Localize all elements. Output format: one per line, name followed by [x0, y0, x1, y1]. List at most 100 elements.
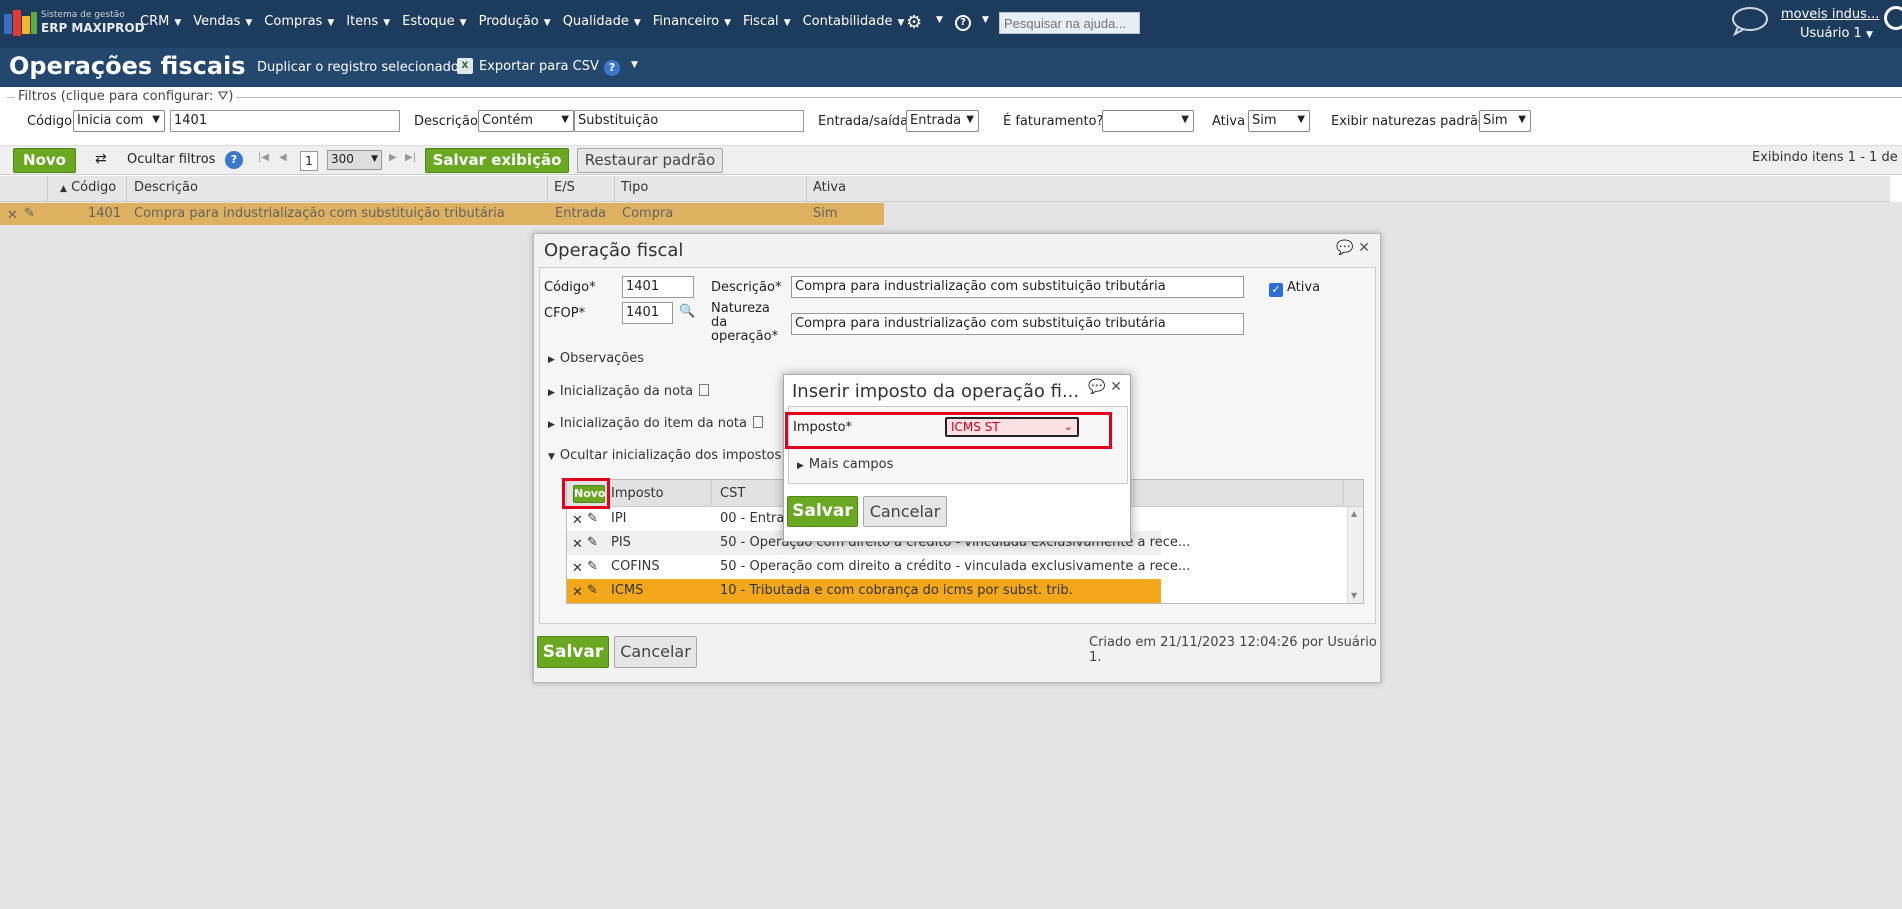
table-row[interactable]: ✕ ✎ COFINS 50 - Operação com direito a c…: [567, 555, 1190, 579]
menu-crm-label: CRM: [140, 14, 170, 29]
menu-fiscal[interactable]: Fiscal ▼: [743, 14, 791, 29]
help-search-input[interactable]: [999, 12, 1140, 34]
search-icon[interactable]: 🔍: [679, 304, 695, 319]
descricao-filter-label: Descrição: [414, 114, 478, 129]
last-page-icon[interactable]: ▶|: [405, 152, 416, 163]
descricao-operator-select[interactable]: Contém ▼: [478, 110, 574, 132]
menu-producao[interactable]: Produção ▼: [479, 14, 551, 29]
grid-divider: [614, 176, 615, 202]
grid-divider: [126, 176, 127, 202]
delete-icon[interactable]: ✕: [572, 585, 583, 600]
delete-icon[interactable]: ✕: [572, 561, 583, 576]
chevron-down-icon[interactable]: ▼: [982, 15, 989, 25]
ocultar-impostos-section-toggle[interactable]: ▼ Ocultar inicialização dos impostos: [548, 448, 781, 463]
close-icon[interactable]: ✕: [1110, 379, 1122, 395]
vertical-scrollbar[interactable]: ▲ ▼: [1347, 507, 1363, 603]
column-header-imposto[interactable]: Imposto: [611, 486, 664, 501]
gear-icon[interactable]: ⚙: [906, 12, 922, 33]
menu-vendas[interactable]: Vendas ▼: [193, 14, 252, 29]
chat-icon[interactable]: [1730, 6, 1770, 36]
faturamento-filter-label: É faturamento?: [1003, 114, 1104, 129]
descricao-input[interactable]: Compra para industrialização com substit…: [791, 276, 1244, 298]
codigo-operator-value: Inicia com: [77, 113, 144, 128]
edit-icon[interactable]: ✎: [587, 511, 598, 526]
menu-crm[interactable]: CRM ▼: [140, 14, 181, 29]
page-size-select[interactable]: 300 ▼: [327, 150, 382, 170]
naturezas-padrao-select[interactable]: Sim ▼: [1479, 110, 1531, 132]
table-row-selected[interactable]: ✕ ✎ ICMS 10 - Tributada e com cobrança d…: [567, 579, 1161, 603]
menu-estoque[interactable]: Estoque ▼: [402, 14, 466, 29]
comment-icon[interactable]: 💬: [1336, 240, 1353, 256]
filters-legend[interactable]: Filtros (clique para configurar: ⛛): [15, 89, 237, 104]
codigo-input[interactable]: 1401: [622, 276, 694, 298]
page-number-input[interactable]: 1: [300, 151, 318, 171]
cfop-input[interactable]: 1401: [622, 302, 673, 324]
next-page-icon[interactable]: ▶: [389, 152, 397, 163]
delete-icon[interactable]: ✕: [572, 537, 583, 552]
natureza-input[interactable]: Compra para industrialização com substit…: [791, 313, 1244, 335]
export-csv-button[interactable]: X Exportar para CSV: [457, 58, 599, 74]
company-link[interactable]: moveis indus...: [1781, 7, 1879, 22]
refresh-icon[interactable]: ⇄: [95, 151, 107, 167]
cell-cst: 50 - Operação com direito a crédito - vi…: [720, 559, 1191, 574]
entrada-saida-select[interactable]: Entrada ▼: [906, 110, 979, 132]
help-icon[interactable]: ?: [604, 60, 620, 76]
ativa-checkbox[interactable]: ✓ Ativa: [1269, 280, 1320, 297]
edit-icon[interactable]: ✎: [587, 583, 598, 598]
column-header-tipo[interactable]: Tipo: [621, 180, 648, 195]
help-icon[interactable]: ?: [225, 151, 243, 169]
codigo-label: Código*: [544, 280, 596, 295]
delete-icon[interactable]: ✕: [572, 513, 583, 528]
observacoes-section-toggle[interactable]: ▶ Observações: [548, 351, 644, 366]
ocultar-filtros-button[interactable]: Ocultar filtros: [127, 152, 215, 167]
scroll-down-icon[interactable]: ▼: [1351, 591, 1357, 600]
chevron-down-icon: ▼: [459, 18, 467, 28]
codigo-filter-input[interactable]: 1401: [170, 110, 400, 132]
power-icon[interactable]: [1884, 6, 1902, 30]
user-menu[interactable]: Usuário 1 ▼: [1800, 26, 1873, 41]
first-page-icon[interactable]: |◀: [258, 152, 269, 163]
edit-icon[interactable]: ✎: [587, 559, 598, 574]
column-header-cst[interactable]: CST: [720, 486, 745, 501]
inicializacao-item-section-toggle[interactable]: ▶ Inicialização do item da nota: [548, 416, 763, 431]
inicializacao-item-label: Inicialização do item da nota: [559, 416, 747, 431]
comment-icon[interactable]: 💬: [1088, 379, 1105, 395]
novo-button[interactable]: Novo: [13, 148, 76, 173]
scroll-up-icon[interactable]: ▲: [1351, 509, 1357, 518]
natureza-label-line1: Natureza: [711, 301, 770, 316]
column-header-descricao[interactable]: Descrição: [134, 180, 198, 195]
inicializacao-nota-section-toggle[interactable]: ▶ Inicialização da nota: [548, 384, 710, 399]
faturamento-select[interactable]: ▼: [1102, 110, 1194, 132]
menu-itens[interactable]: Itens ▼: [346, 14, 390, 29]
dialog-salvar-button[interactable]: Salvar: [537, 636, 609, 668]
column-header-ativa[interactable]: Ativa: [813, 180, 846, 195]
dialog-cancelar-button[interactable]: Cancelar: [614, 636, 697, 668]
imposto-cancelar-button[interactable]: Cancelar: [863, 496, 947, 527]
menu-financeiro[interactable]: Financeiro ▼: [653, 14, 731, 29]
duplicate-record-button[interactable]: Duplicar o registro selecionado: [257, 60, 459, 75]
ativa-select[interactable]: Sim ▼: [1248, 110, 1310, 132]
chevron-down-icon[interactable]: ▼: [631, 60, 638, 70]
imposto-salvar-button[interactable]: Salvar: [787, 496, 858, 527]
cfop-label: CFOP*: [544, 306, 586, 321]
chevron-down-icon[interactable]: ▼: [936, 15, 943, 25]
column-header-es[interactable]: E/S: [554, 180, 575, 195]
column-header-codigo[interactable]: ▲ Código: [60, 180, 116, 195]
cell-cst: 00 - Entra: [720, 511, 785, 526]
help-icon[interactable]: ?: [955, 15, 971, 31]
menu-contabilidade[interactable]: Contabilidade ▼: [803, 14, 905, 29]
triangle-right-icon: ▶: [548, 420, 555, 430]
edit-icon[interactable]: ✎: [587, 535, 598, 550]
mais-campos-toggle[interactable]: ▶ Mais campos: [797, 457, 893, 472]
menu-qualidade[interactable]: Qualidade ▼: [563, 14, 641, 29]
restaurar-padrao-button[interactable]: Restaurar padrão: [577, 148, 723, 173]
filters-panel: Filtros (clique para configurar: ⛛) Códi…: [7, 89, 1902, 141]
codigo-operator-select[interactable]: Inicia com ▼: [73, 110, 165, 132]
maxiprod-logo[interactable]: [4, 10, 37, 36]
prev-page-icon[interactable]: ◀: [279, 152, 287, 163]
menu-compras[interactable]: Compras ▼: [264, 14, 334, 29]
descricao-filter-input[interactable]: Substituição: [574, 110, 804, 132]
close-icon[interactable]: ✕: [1358, 240, 1370, 256]
menu-vendas-label: Vendas: [193, 14, 241, 29]
salvar-exibicao-button[interactable]: Salvar exibição: [425, 148, 569, 173]
